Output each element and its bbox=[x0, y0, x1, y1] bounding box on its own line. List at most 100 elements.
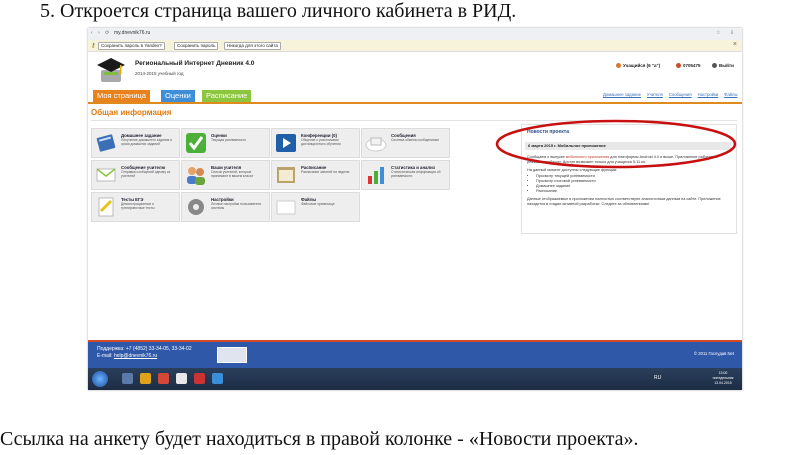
support-email-link[interactable]: help@dnevnik76.ru bbox=[114, 353, 157, 359]
site-title: Региональный Интернет Дневник 4.0 bbox=[135, 60, 255, 67]
user-link[interactable]: Учащийся (6 "а") bbox=[616, 63, 661, 69]
news-title: Новости проекта bbox=[527, 129, 569, 135]
link-teachers[interactable]: Учителя bbox=[647, 92, 663, 97]
tile-desc: Отправка сообщений одному из учителей bbox=[121, 170, 171, 178]
tile-desc: Расписание занятий на неделю bbox=[301, 170, 350, 174]
tile-desc: Файловое хранилище bbox=[301, 202, 335, 206]
caption-bottom: Ссылка на анкету будет находиться в прав… bbox=[0, 428, 639, 450]
school-year: 2014-2015 учебный год bbox=[135, 71, 184, 76]
news-paragraph-3: Данные отображаемые в приложении полност… bbox=[527, 197, 721, 206]
yandex-save-button[interactable]: Сохранить пароль в Yandex? bbox=[98, 42, 165, 50]
news-panel: Новости проекта 6 марта 2015 г. Мобильно… bbox=[521, 124, 737, 234]
tile-desc: Общение с участниками дистанционного обу… bbox=[301, 138, 341, 146]
news-paragraph-1: Сообщаем о выпуске мобильного приложения… bbox=[527, 155, 731, 165]
caption-top: 5. Откроется страница вашего личного каб… bbox=[40, 0, 517, 22]
tile-desc: Личные настройки пользователя системы bbox=[211, 202, 262, 210]
email-line: E-mail: help@dnevnik76.ru bbox=[97, 353, 157, 359]
tile-files[interactable]: Файлы Файловое хранилище bbox=[271, 192, 360, 222]
section-title: Общая информация bbox=[91, 108, 172, 117]
save-password-button[interactable]: Сохранить пароль bbox=[174, 42, 219, 50]
tab-grades[interactable]: Оценки bbox=[161, 90, 195, 102]
video-icon bbox=[276, 134, 296, 152]
tile-desc: Статистическая информация об успеваемост… bbox=[391, 170, 441, 178]
tile-conferences[interactable]: Конференции (0) Общение с участниками ди… bbox=[271, 128, 360, 158]
phone-number: 0705475 bbox=[683, 63, 701, 68]
tile-desc: Демонстрационные и тренировочные тесты bbox=[121, 202, 155, 210]
envelope-icon bbox=[96, 168, 116, 182]
save-password-bar: ⚷ Сохранить пароль в Yandex? Сохранить п… bbox=[88, 40, 742, 52]
tab-schedule[interactable]: Расписание bbox=[202, 90, 252, 102]
taskbar-app-icon[interactable] bbox=[158, 373, 169, 384]
graduation-cap-icon bbox=[97, 58, 125, 82]
link-settings[interactable]: Настройки bbox=[698, 92, 719, 97]
window-controls-icon[interactable]: ☆ ⇩ bbox=[716, 30, 738, 36]
news-body: Сообщаем о выпуске мобильного приложения… bbox=[527, 155, 731, 207]
tile-desc: Получение домашнего задания и сроки дома… bbox=[121, 138, 173, 146]
nav-arrows-icon[interactable]: ‹ › ⟳ bbox=[91, 30, 111, 36]
clock-date: 13.04.2015 bbox=[714, 381, 732, 385]
people-icon bbox=[187, 167, 205, 185]
chart-icon bbox=[368, 167, 384, 184]
screenshot: ‹ › ⟳ my.dnevnik76.ru ☆ ⇩ ⚷ Сохранить па… bbox=[88, 28, 742, 390]
copyright: © 2011 Гаслудав Net bbox=[694, 351, 734, 356]
tile-schedule[interactable]: Расписание Расписание занятий на неделю bbox=[271, 160, 360, 190]
book-icon bbox=[96, 134, 116, 152]
never-save-button[interactable]: Никогда для этого сайта bbox=[224, 42, 281, 50]
tile-teachers[interactable]: Ваши учителя Список учителей, которые пр… bbox=[181, 160, 270, 190]
counter-badge-icon[interactable] bbox=[217, 347, 247, 363]
site-footer: Поддержка: +7 (4852) 33-34-05, 33-34-02 … bbox=[88, 340, 742, 368]
tile-settings[interactable]: Настройки Личные настройки пользователя … bbox=[181, 192, 270, 222]
news-text: Сообщаем о выпуске bbox=[527, 155, 566, 159]
tile-grades[interactable]: Оценки Текущая успеваемость bbox=[181, 128, 270, 158]
tile-desc: Список учителей, которые принимают в ваш… bbox=[211, 170, 254, 178]
gear-icon bbox=[188, 199, 204, 215]
close-icon[interactable]: × bbox=[733, 41, 737, 48]
logout-link[interactable]: Выйти bbox=[712, 63, 734, 69]
logout-label: Выйти bbox=[719, 63, 734, 68]
tile-homework[interactable]: Домашнее задание Получение домашнего зад… bbox=[91, 128, 180, 158]
link-files[interactable]: Файлы bbox=[724, 92, 737, 97]
mobile-app-link[interactable]: мобильного приложения bbox=[566, 155, 609, 159]
check-icon bbox=[186, 133, 206, 153]
news-paragraph-2: На данный момент доступны следующие функ… bbox=[527, 168, 618, 172]
email-label: E-mail: bbox=[97, 353, 113, 359]
url-field[interactable]: my.dnevnik76.ru bbox=[114, 30, 150, 36]
support-phones: +7 (4852) 33-34-05, 33-34-02 bbox=[125, 346, 192, 352]
taskbar-app-icon[interactable] bbox=[194, 373, 205, 384]
user-name: Учащийся (6 "а") bbox=[623, 63, 661, 68]
tile-statistics[interactable]: Статистика и анализ Статистическая инфор… bbox=[361, 160, 450, 190]
clock[interactable]: 13:00 понедельник 13.04.2015 bbox=[706, 371, 740, 386]
user-icon bbox=[616, 63, 621, 69]
tile-messages[interactable]: Сообщения Система обмена сообщениями bbox=[361, 128, 450, 158]
taskbar-app-icon[interactable] bbox=[122, 373, 133, 384]
tile-message-teacher[interactable]: Сообщение учителю Отправка сообщений одн… bbox=[91, 160, 180, 190]
section-divider bbox=[91, 120, 737, 121]
key-icon: ⚷ bbox=[91, 43, 96, 49]
support-label: Поддержка: bbox=[97, 346, 125, 352]
taskbar-app-icon[interactable] bbox=[140, 373, 151, 384]
start-button-icon[interactable] bbox=[92, 371, 108, 387]
link-homework[interactable]: Домашнее задание bbox=[603, 92, 641, 97]
folder-icon bbox=[276, 200, 296, 215]
phone-link[interactable]: 0705475 bbox=[676, 63, 701, 69]
yandex-browser-icon[interactable] bbox=[176, 373, 187, 384]
windows-taskbar: RU 13:00 понедельник 13.04.2015 bbox=[88, 368, 742, 390]
tab-my-page[interactable]: Моя страница bbox=[93, 90, 150, 102]
tile-desc: Текущая успеваемость bbox=[211, 138, 247, 142]
phone-icon bbox=[676, 63, 681, 69]
news-date-title: 6 марта 2015 г. Мобильное приложение bbox=[525, 142, 731, 150]
language-indicator[interactable]: RU bbox=[654, 375, 661, 381]
link-messages[interactable]: Сообщения bbox=[669, 92, 692, 97]
site-header: Региональный Интернет Дневник 4.0 2014-2… bbox=[88, 52, 742, 89]
mail-icon bbox=[365, 137, 387, 152]
quick-links: Домашнее задание Учителя Сообщения Настройк… bbox=[603, 92, 742, 97]
test-icon bbox=[98, 197, 114, 217]
logout-icon bbox=[712, 63, 717, 69]
taskbar-app-icon[interactable] bbox=[212, 373, 223, 384]
feature-list: Просмотр текущей успеваемости Просмотр и… bbox=[527, 174, 731, 194]
tile-desc: Система обмена сообщениями bbox=[391, 138, 439, 142]
tile-ege-tests[interactable]: Тесты ЕГЭ Демонстрационные и тренировочн… bbox=[91, 192, 180, 222]
support-line: Поддержка: +7 (4852) 33-34-05, 33-34-02 bbox=[97, 346, 192, 352]
calendar-icon bbox=[277, 167, 295, 183]
list-item: Расписание bbox=[536, 189, 731, 194]
